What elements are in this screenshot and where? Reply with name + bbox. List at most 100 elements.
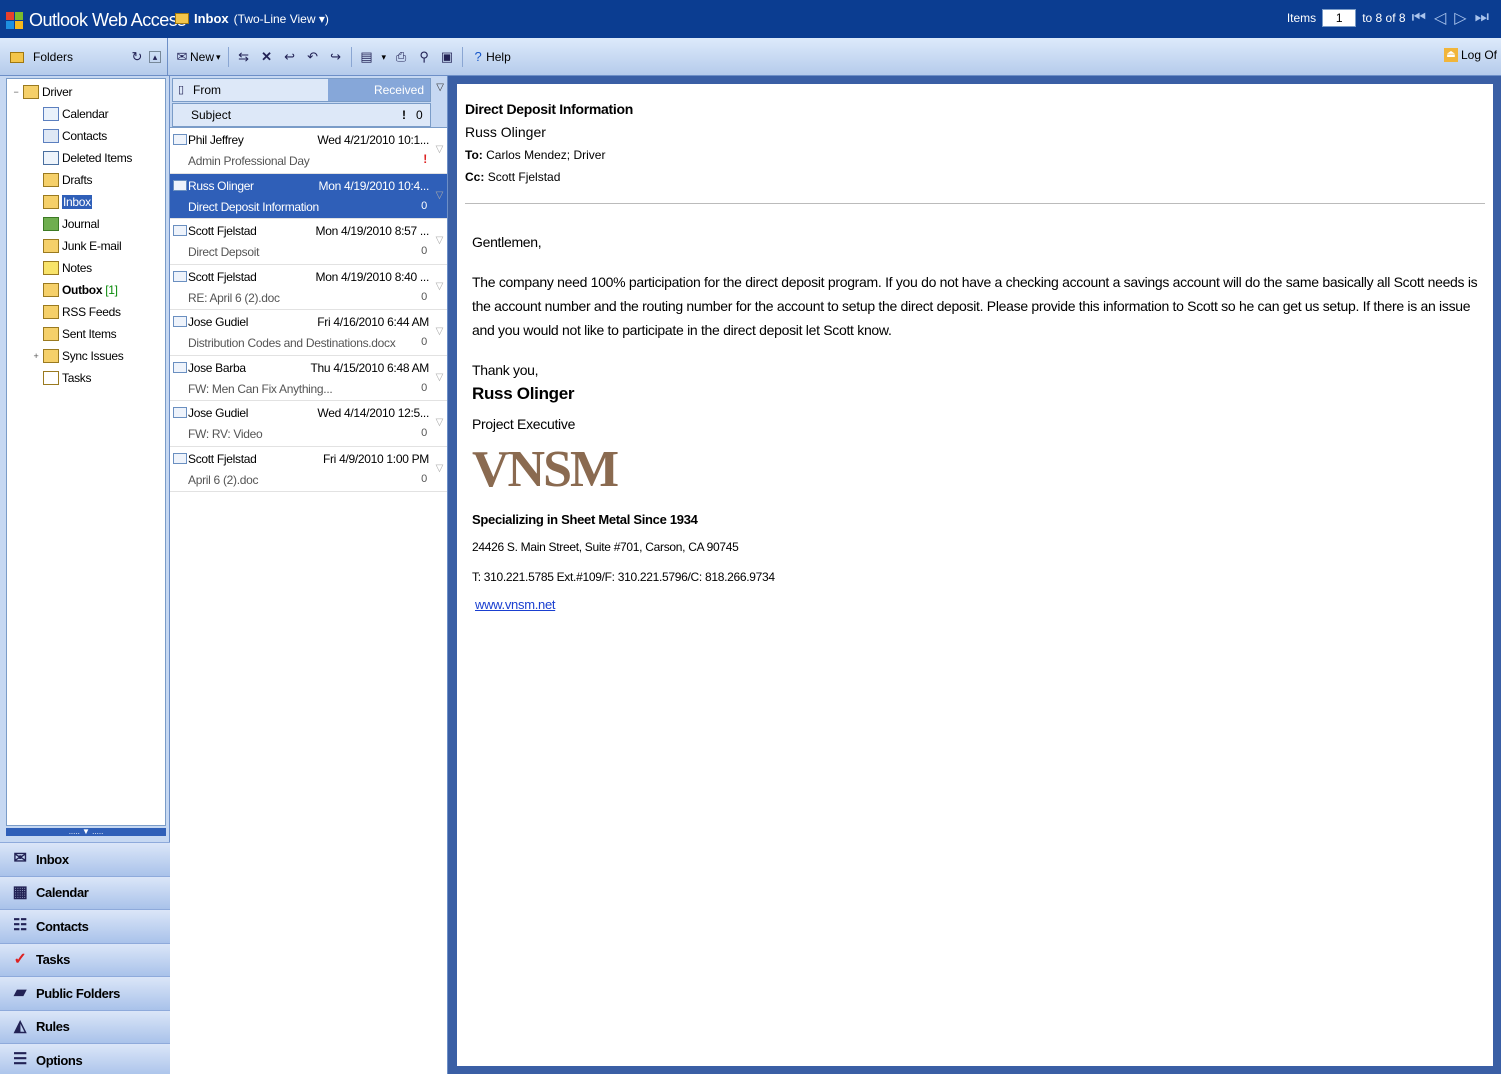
pane-splitter[interactable]: ..... ▼ ..... <box>6 828 166 836</box>
office-logo-icon <box>6 12 23 29</box>
reply-icon[interactable]: ↩ <box>282 49 298 65</box>
flag-icon[interactable]: ▽ <box>436 417 444 428</box>
rss-icon <box>43 305 59 319</box>
company-logo: VNSM <box>472 441 619 498</box>
nav-contacts[interactable]: ☷ Contacts <box>0 909 170 943</box>
page-number-input[interactable]: 1 <box>1322 9 1357 27</box>
envelope-icon <box>173 179 187 191</box>
message-row[interactable]: Russ Olinger Mon 4/19/2010 10:4... Direct … <box>170 173 447 219</box>
nav-public-folders[interactable]: ▰ Public Folders <box>0 976 170 1010</box>
received-column-header[interactable]: Received <box>328 79 430 101</box>
message-sender[interactable]: Russ Olinger <box>465 120 1485 144</box>
attachment-icon: 0 <box>421 427 427 439</box>
page-first-icon[interactable]: ⏮ <box>1412 9 1428 27</box>
items-range: to 8 of 8 <box>1362 11 1406 25</box>
view-options-dropdown-icon[interactable]: ▾ <box>382 52 387 63</box>
sent-icon <box>43 327 59 341</box>
help-button[interactable]: ? Help <box>470 49 510 65</box>
nav-calendar[interactable]: ▦ Calendar <box>0 875 170 909</box>
folder-outbox[interactable]: Outbox [1] <box>7 279 165 301</box>
delete-icon[interactable]: ✕ <box>259 49 275 65</box>
junk-icon <box>43 239 59 253</box>
view-selector[interactable]: (Two-Line View ▾) <box>234 12 329 26</box>
message-row[interactable]: Scott Fjelstad Mon 4/19/2010 8:40 ... RE: … <box>170 265 447 310</box>
logoff-button[interactable]: ⏏ Log Of <box>1443 48 1497 62</box>
message-row[interactable]: Scott Fjelstad Mon 4/19/2010 8:57 ... Dire… <box>170 219 447 265</box>
importance-column-icon[interactable]: ! <box>402 108 416 122</box>
collapse-toggle-icon[interactable]: − <box>11 87 21 97</box>
from-column-header[interactable]: From <box>189 83 328 97</box>
owa-window: Outlook Web Access Inbox (Two-Line View … <box>0 0 1501 1074</box>
view-options-icon[interactable]: ▤ <box>359 49 375 65</box>
sync-icon <box>43 349 59 363</box>
message-cc: Cc: Scott Fjelstad <box>465 170 561 184</box>
attachment-column-icon[interactable]: 0 <box>416 108 430 122</box>
nav-rules[interactable]: ◭ Rules <box>0 1009 170 1043</box>
mailbox-icon <box>23 85 39 99</box>
message-row[interactable]: Jose Barba Thu 4/15/2010 6:48 AM FW: Men C… <box>170 356 447 401</box>
message-row[interactable]: Jose Gudiel Wed 4/14/2010 12:5... FW: RV: … <box>170 401 447 447</box>
attachment-icon: 0 <box>421 290 427 303</box>
navigation-buttons: ✉ Inbox ▦ Calendar ☷ Contacts ✓ Tasks ▰ Publi… <box>0 842 170 1074</box>
reply-all-icon[interactable]: ↶ <box>305 49 321 65</box>
flag-icon[interactable]: ▽ <box>436 372 444 383</box>
signature-name: Russ Olinger <box>472 384 575 403</box>
folder-rss-feeds[interactable]: RSS Feeds <box>7 301 165 323</box>
flag-icon[interactable]: ▽ <box>436 235 444 246</box>
folder-driver[interactable]: − Driver <box>7 81 165 103</box>
nav-inbox[interactable]: ✉ Inbox <box>0 842 170 876</box>
page-prev-icon[interactable]: ◁ <box>1434 8 1448 28</box>
move-icon[interactable]: ⇆ <box>236 49 252 65</box>
reading-pane: Direct Deposit Information Russ Olinger … <box>448 76 1501 1074</box>
item-type-icon: ▯ <box>177 84 185 96</box>
message-row[interactable]: Scott Fjelstad Fri 4/9/2010 1:00 PM April … <box>170 447 447 492</box>
message-row[interactable]: Phil Jeffrey Wed 4/21/2010 10:1... Admin P… <box>170 128 447 174</box>
greeting: Gentlemen, <box>472 234 542 250</box>
expand-toggle-icon[interactable]: + <box>31 351 41 361</box>
folder-sync-issues[interactable]: + Sync Issues <box>7 345 165 367</box>
flag-icon[interactable]: ▽ <box>436 281 444 292</box>
company-website-link[interactable]: www.vnsm.net <box>475 597 556 612</box>
flag-column-icon[interactable]: ▽ <box>436 82 444 93</box>
message-row[interactable]: Jose Gudiel Fri 4/16/2010 6:44 AM Distribu… <box>170 310 447 356</box>
folder-tasks[interactable]: Tasks <box>7 367 165 389</box>
print-icon[interactable]: ⎙ <box>393 49 409 65</box>
address-book-icon[interactable]: ▣ <box>439 49 455 65</box>
nav-options[interactable]: ☰ Options <box>0 1043 170 1074</box>
folder-contacts[interactable]: Contacts <box>7 125 165 147</box>
contacts-icon <box>43 129 59 143</box>
company-address: 24426 S. Main Street, Suite #701, Carson… <box>472 540 739 554</box>
signature-title: Project Executive <box>472 416 576 432</box>
folder-junk-email[interactable]: Junk E-mail <box>7 235 165 257</box>
toolbar-separator <box>462 47 464 67</box>
notes-icon <box>43 261 59 275</box>
flag-icon[interactable]: ▽ <box>436 463 444 474</box>
subject-column-header[interactable]: Subject <box>173 108 402 122</box>
page-last-icon[interactable]: ⏭ <box>1475 9 1491 27</box>
new-button[interactable]: ✉ New ▾ <box>174 49 221 65</box>
app-title: Outlook Web Access <box>29 10 186 30</box>
folder-drafts[interactable]: Drafts <box>7 169 165 191</box>
forward-icon[interactable]: ↪ <box>328 49 344 65</box>
nav-tasks[interactable]: ✓ Tasks <box>0 942 170 976</box>
journal-icon <box>43 217 59 231</box>
message-view: Direct Deposit Information Russ Olinger … <box>457 84 1493 1066</box>
folder-calendar[interactable]: Calendar <box>7 103 165 125</box>
refresh-icon[interactable]: ↻ <box>129 49 145 65</box>
folder-journal[interactable]: Journal <box>7 213 165 235</box>
page-next-icon[interactable]: ▷ <box>1454 8 1468 28</box>
folder-deleted-items[interactable]: Deleted Items <box>7 147 165 169</box>
flag-icon[interactable]: ▽ <box>436 326 444 337</box>
attachment-icon: 0 <box>421 381 427 394</box>
flag-icon[interactable]: ▽ <box>436 190 444 201</box>
app-brand: Outlook Web Access <box>6 10 186 31</box>
tasks-icon: ✓ <box>13 950 27 968</box>
folder-notes[interactable]: Notes <box>7 257 165 279</box>
collapse-icon[interactable]: ▴ <box>149 51 161 63</box>
flag-icon[interactable]: ▽ <box>436 144 444 155</box>
find-icon[interactable]: ⚲ <box>416 49 432 65</box>
message-body: Gentlemen, The company need 100% partici… <box>472 230 1481 617</box>
folder-inbox[interactable]: Inbox <box>7 191 165 213</box>
folder-sent-items[interactable]: Sent Items <box>7 323 165 345</box>
outbox-icon <box>43 283 59 297</box>
